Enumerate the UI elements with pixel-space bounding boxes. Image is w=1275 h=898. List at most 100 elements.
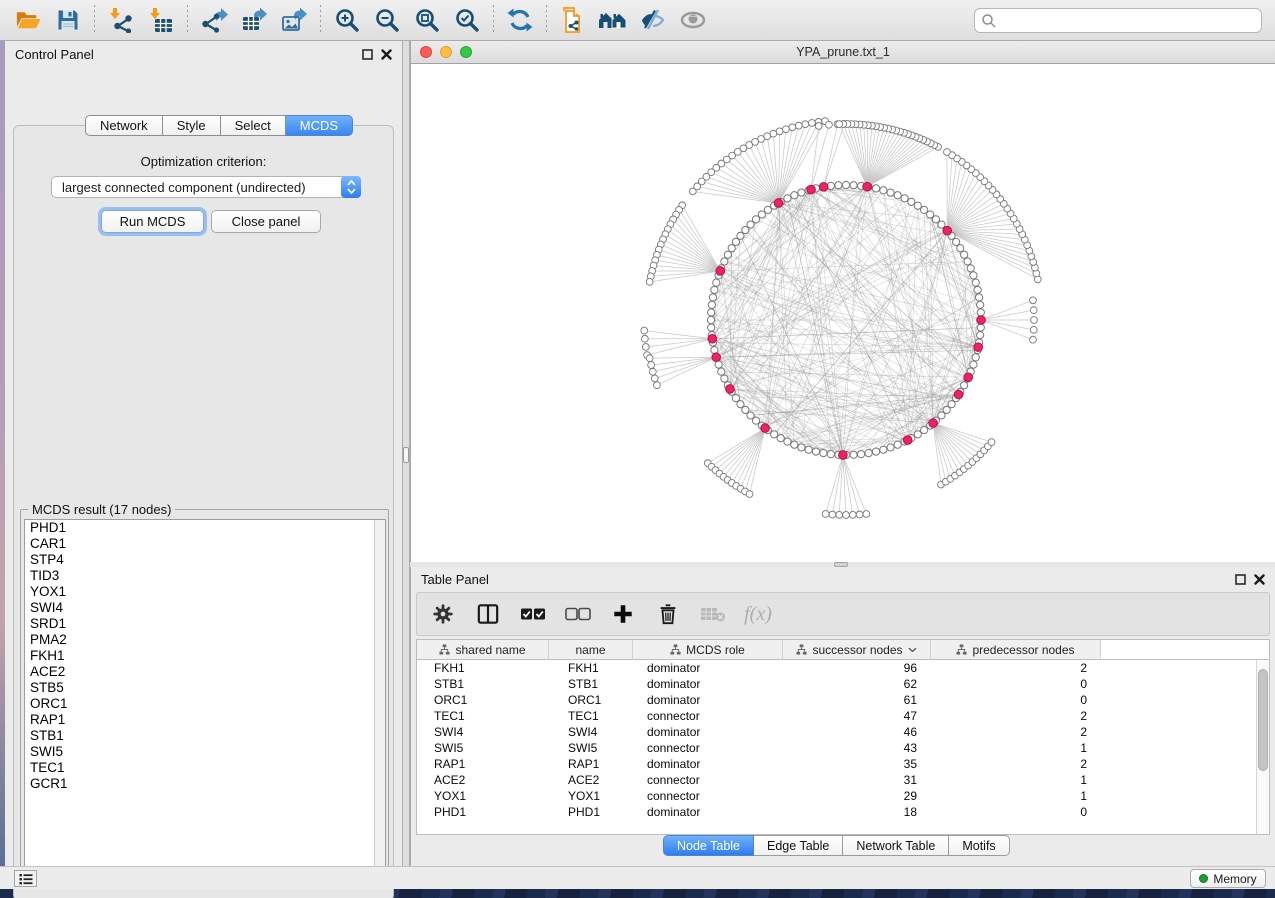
- mcds-list-scrollbar[interactable]: [374, 520, 385, 876]
- close-panel-button[interactable]: Close panel: [211, 210, 321, 233]
- new-network-from-selection-button[interactable]: [553, 3, 593, 37]
- float-panel-icon[interactable]: [362, 49, 373, 60]
- mcds-result-item[interactable]: PMA2: [25, 632, 385, 648]
- gear-icon: [432, 603, 454, 625]
- zoom-fit-icon: [414, 7, 440, 33]
- tab-select[interactable]: Select: [221, 115, 286, 136]
- tab-mcds[interactable]: MCDS: [286, 115, 353, 136]
- zoom-in-button[interactable]: [327, 3, 367, 37]
- table-row[interactable]: ORC1ORC1dominator610: [417, 692, 1269, 708]
- select-all-button[interactable]: [519, 599, 547, 629]
- table-panel-title: Table Panel: [421, 572, 489, 587]
- table-row[interactable]: TEC1TEC1connector472: [417, 708, 1269, 724]
- tab-node-table[interactable]: Node Table: [663, 835, 754, 856]
- node-table-header: shared name name MCDS role successor nod…: [417, 640, 1269, 660]
- mcds-result-item[interactable]: YOX1: [25, 584, 385, 600]
- column-header-successor-nodes[interactable]: successor nodes: [783, 640, 931, 660]
- table-cell: ACE2: [549, 773, 633, 787]
- network-canvas[interactable]: [411, 64, 1275, 561]
- mcds-result-item[interactable]: PHD1: [25, 520, 385, 536]
- table-row[interactable]: STB1STB1dominator620: [417, 676, 1269, 692]
- network-graph[interactable]: [411, 64, 1275, 561]
- table-row[interactable]: SWI4SWI4dominator462: [417, 724, 1269, 740]
- export-network-button[interactable]: [194, 3, 234, 37]
- table-row[interactable]: YOX1YOX1connector291: [417, 788, 1269, 804]
- mcds-result-item[interactable]: ACE2: [25, 664, 385, 680]
- open-file-button[interactable]: [8, 3, 48, 37]
- mcds-result-item[interactable]: RAP1: [25, 712, 385, 728]
- new-network-icon: [560, 7, 586, 33]
- table-scrollbar[interactable]: [1256, 660, 1269, 834]
- table-row[interactable]: PHD1PHD1dominator180: [417, 804, 1269, 820]
- tab-network[interactable]: Network: [85, 115, 163, 136]
- toolbar-separator: [493, 5, 494, 35]
- deselect-all-button[interactable]: [564, 599, 592, 629]
- network-window: YPA_prune.txt_1: [410, 41, 1275, 562]
- import-network-button[interactable]: [101, 3, 141, 37]
- table-row[interactable]: FKH1FKH1dominator962: [417, 660, 1269, 676]
- mcds-result-item[interactable]: SRD1: [25, 616, 385, 632]
- tab-motifs[interactable]: Motifs: [949, 835, 1009, 856]
- import-table-button[interactable]: [141, 3, 181, 37]
- save-session-button[interactable]: [48, 3, 88, 37]
- zoom-fit-button[interactable]: [407, 3, 447, 37]
- table-row[interactable]: RAP1RAP1dominator352: [417, 756, 1269, 772]
- run-mcds-button[interactable]: Run MCDS: [101, 210, 204, 233]
- mcds-result-item[interactable]: TID3: [25, 568, 385, 584]
- delete-column-button[interactable]: [654, 599, 682, 629]
- table-cell: FKH1: [417, 661, 549, 675]
- mcds-result-item[interactable]: STB1: [25, 728, 385, 744]
- export-table-button[interactable]: [234, 3, 274, 37]
- memory-button[interactable]: Memory: [1190, 869, 1266, 888]
- column-header-predecessor-nodes[interactable]: predecessor nodes: [931, 640, 1101, 660]
- table-toolbar: f(x): [416, 592, 1270, 636]
- column-header-name[interactable]: name: [549, 640, 633, 660]
- mcds-result-item[interactable]: ORC1: [25, 696, 385, 712]
- table-settings-button[interactable]: [429, 599, 457, 629]
- table-row[interactable]: ACE2ACE2connector311: [417, 772, 1269, 788]
- refresh-button[interactable]: [500, 3, 540, 37]
- mcds-result-item[interactable]: SWI4: [25, 600, 385, 616]
- table-cell: YOX1: [549, 789, 633, 803]
- zoom-selected-button[interactable]: [447, 3, 487, 37]
- search-input[interactable]: [974, 8, 1262, 33]
- export-image-button[interactable]: [274, 3, 314, 37]
- zoom-out-icon: [374, 7, 400, 33]
- tab-network-table[interactable]: Network Table: [843, 835, 949, 856]
- close-panel-icon[interactable]: [1254, 574, 1265, 585]
- create-column-button[interactable]: [609, 599, 637, 629]
- table-cell: connector: [633, 773, 783, 787]
- column-header-mcds-role[interactable]: MCDS role: [633, 640, 783, 660]
- first-neighbors-button[interactable]: [593, 3, 633, 37]
- table-row[interactable]: SWI5SWI5connector431: [417, 740, 1269, 756]
- table-cell: 0: [931, 677, 1101, 691]
- tree-column-icon: [796, 644, 807, 655]
- node-table: shared name name MCDS role successor nod…: [416, 639, 1270, 835]
- mcds-result-item[interactable]: FKH1: [25, 648, 385, 664]
- mcds-result-item[interactable]: GCR1: [25, 776, 385, 792]
- table-cell: dominator: [633, 725, 783, 739]
- mcds-result-item[interactable]: TEC1: [25, 760, 385, 776]
- zoom-out-button[interactable]: [367, 3, 407, 37]
- table-cell: RAP1: [417, 757, 549, 771]
- float-panel-icon[interactable]: [1235, 574, 1246, 585]
- tab-edge-table[interactable]: Edge Table: [754, 835, 843, 856]
- table-cell: 18: [783, 805, 931, 819]
- table-scrollbar-thumb[interactable]: [1258, 669, 1268, 771]
- task-history-button[interactable]: [14, 870, 37, 887]
- splitter-grip[interactable]: [403, 447, 409, 463]
- network-window-titlebar[interactable]: YPA_prune.txt_1: [411, 41, 1275, 64]
- mcds-result-item[interactable]: SWI5: [25, 744, 385, 760]
- hide-selected-button[interactable]: [633, 3, 673, 37]
- show-columns-button[interactable]: [474, 599, 502, 629]
- mcds-result-item[interactable]: STB5: [25, 680, 385, 696]
- tab-style[interactable]: Style: [163, 115, 221, 136]
- vertical-splitter[interactable]: [402, 41, 410, 866]
- optimization-criterion-select[interactable]: largest connected component (undirected): [51, 176, 361, 198]
- show-graphics-details-button[interactable]: [673, 3, 713, 37]
- selected-option-label: largest connected component (undirected): [52, 180, 341, 195]
- close-panel-icon[interactable]: [381, 49, 392, 60]
- mcds-result-item[interactable]: STP4: [25, 552, 385, 568]
- column-header-shared-name[interactable]: shared name: [417, 640, 549, 660]
- mcds-result-item[interactable]: CAR1: [25, 536, 385, 552]
